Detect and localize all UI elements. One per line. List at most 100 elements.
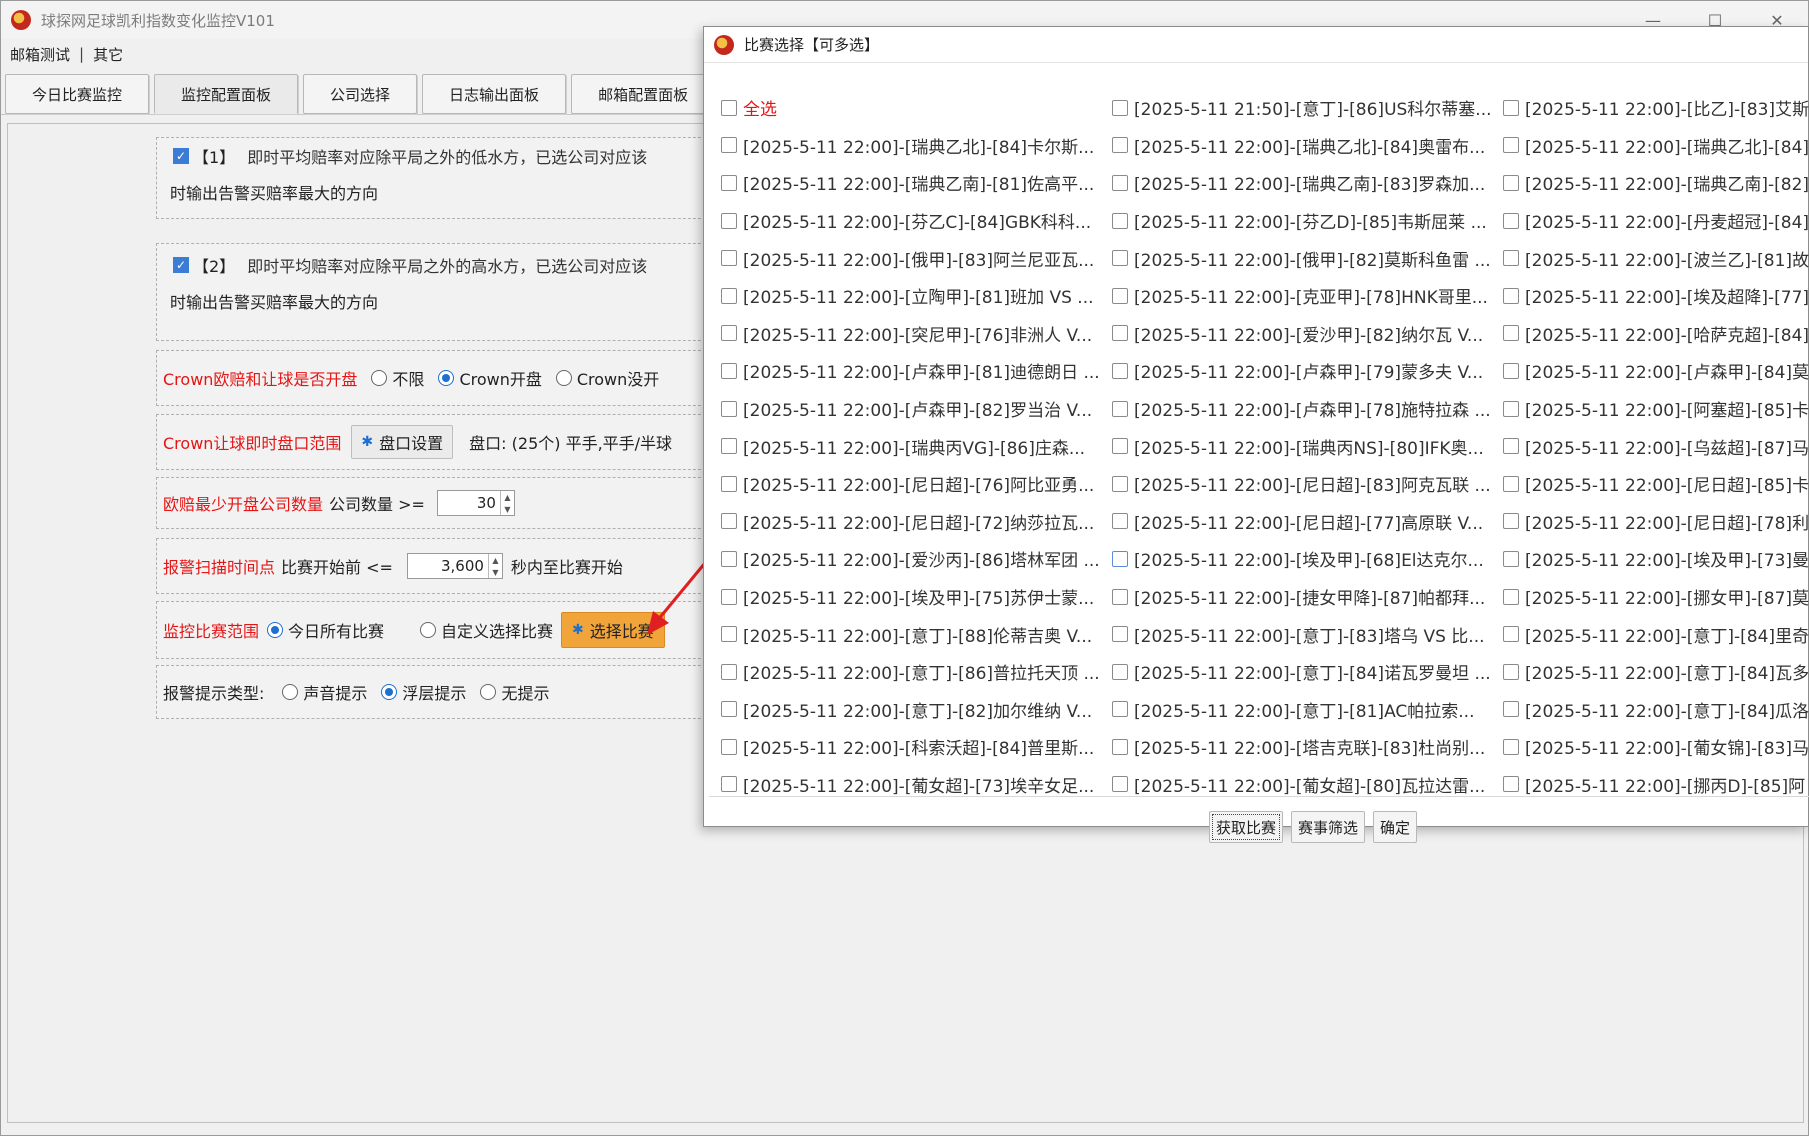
match-row[interactable]: [2025-5-11 22:00]-[瑞典乙南]-[83]罗森加... xyxy=(1100,164,1492,202)
match-row[interactable]: [2025-5-11 22:00]-[葡女超]-[80]瓦拉达雷... xyxy=(1100,766,1492,796)
match-checkbox[interactable] xyxy=(1112,550,1128,567)
match-checkbox[interactable] xyxy=(1112,626,1128,643)
menu-email-test[interactable]: 邮箱测试 xyxy=(7,44,73,65)
match-row[interactable]: [2025-5-11 22:00]-[卢森甲]-[78]施特拉森 ... xyxy=(1100,390,1492,428)
match-checkbox[interactable] xyxy=(1503,250,1519,267)
match-row[interactable]: [2025-5-11 22:00]-[意丁]-[86]普拉托天顶 ... xyxy=(709,653,1101,691)
match-row[interactable]: [2025-5-11 22:00]-[意丁]-[84]诺瓦罗曼坦 ... xyxy=(1100,653,1492,691)
match-checkbox[interactable] xyxy=(721,250,737,267)
scope-radio-custom[interactable] xyxy=(420,622,437,638)
match-row[interactable]: [2025-5-11 22:00]-[俄甲]-[83]阿兰尼亚瓦... xyxy=(709,239,1101,277)
match-row[interactable]: [2025-5-11 22:00]-[瑞典乙南]-[82] xyxy=(1491,164,1809,202)
match-row[interactable]: [2025-5-11 22:00]-[尼日超]-[78]利 xyxy=(1491,503,1809,541)
min-company-spinner[interactable]: 30 ▲ ▼ xyxy=(436,490,515,516)
tab-email-config[interactable]: 邮箱配置面板 xyxy=(571,74,716,114)
match-row[interactable]: [2025-5-11 22:00]-[意丁]-[84]瓦多 xyxy=(1491,653,1809,691)
match-row[interactable]: [2025-5-11 22:00]-[波兰乙]-[81]故 xyxy=(1491,239,1809,277)
match-checkbox[interactable] xyxy=(1503,550,1519,567)
match-checkbox[interactable] xyxy=(1503,362,1519,379)
match-checkbox[interactable] xyxy=(721,287,737,304)
match-checkbox[interactable] xyxy=(721,325,737,342)
match-row[interactable]: [2025-5-11 21:50]-[意丁]-[86]US科尔蒂塞... xyxy=(1100,89,1492,127)
match-row[interactable]: [2025-5-11 22:00]-[埃及甲]-[75]苏伊士蒙... xyxy=(709,578,1101,616)
match-checkbox[interactable] xyxy=(1503,513,1519,530)
match-checkbox[interactable] xyxy=(1112,325,1128,342)
match-row[interactable]: [2025-5-11 22:00]-[卢森甲]-[79]蒙多夫 V... xyxy=(1100,352,1492,390)
spin-up-icon[interactable]: ▲ xyxy=(501,491,514,503)
match-row[interactable]: [2025-5-11 22:00]-[克亚甲]-[78]HNK哥里... xyxy=(1100,277,1492,315)
match-row[interactable]: [2025-5-11 22:00]-[科索沃超]-[84]普里斯... xyxy=(709,728,1101,766)
crown-open-radio-closed[interactable] xyxy=(555,370,572,386)
match-checkbox[interactable] xyxy=(1503,325,1519,342)
match-checkbox[interactable] xyxy=(721,438,737,455)
match-row[interactable]: [2025-5-11 22:00]-[意丁]-[81]AC帕拉索... xyxy=(1100,691,1492,729)
match-row[interactable]: [2025-5-11 22:00]-[阿塞超]-[85]卡 xyxy=(1491,390,1809,428)
scope-radio-all[interactable] xyxy=(267,622,284,638)
match-checkbox[interactable] xyxy=(1503,776,1519,793)
match-checkbox[interactable] xyxy=(1503,287,1519,304)
match-checkbox[interactable] xyxy=(721,588,737,605)
match-checkbox[interactable] xyxy=(721,212,737,229)
match-checkbox[interactable] xyxy=(1112,99,1128,116)
match-checkbox[interactable] xyxy=(1503,400,1519,417)
fetch-matches-button[interactable]: 获取比赛 xyxy=(1209,811,1284,843)
match-row[interactable]: [2025-5-11 22:00]-[俄甲]-[82]莫斯科鱼雷 ... xyxy=(1100,239,1492,277)
match-row[interactable]: [2025-5-11 22:00]-[埃及超降]-[77] xyxy=(1491,277,1809,315)
match-checkbox[interactable] xyxy=(1112,362,1128,379)
match-checkbox[interactable] xyxy=(1503,663,1519,680)
rule-2-checkbox[interactable]: ✓ xyxy=(173,257,189,273)
match-row[interactable]: [2025-5-11 22:00]-[芬乙D]-[85]韦斯屈莱 ... xyxy=(1100,202,1492,240)
match-checkbox[interactable] xyxy=(721,137,737,154)
match-checkbox[interactable] xyxy=(1112,174,1128,191)
match-row[interactable]: [2025-5-11 22:00]-[卢森甲]-[84]莫 xyxy=(1491,352,1809,390)
spin-down-icon[interactable]: ▼ xyxy=(489,566,502,578)
match-checkbox[interactable] xyxy=(721,701,737,718)
match-checkbox[interactable] xyxy=(721,475,737,492)
match-checkbox[interactable] xyxy=(721,626,737,643)
match-row[interactable]: [2025-5-11 22:00]-[意丁]-[84]里奇 xyxy=(1491,615,1809,653)
match-row[interactable]: [2025-5-11 22:00]-[瑞典丙NS]-[80]IFK奥... xyxy=(1100,427,1492,465)
match-row[interactable]: [2025-5-11 22:00]-[乌兹超]-[87]马 xyxy=(1491,427,1809,465)
spin-down-icon[interactable]: ▼ xyxy=(501,503,514,515)
match-row[interactable]: [2025-5-11 22:00]-[葡女超]-[73]埃辛女足... xyxy=(709,766,1101,796)
match-checkbox[interactable] xyxy=(1112,513,1128,530)
crown-open-radio-open[interactable] xyxy=(438,370,455,386)
tab-log-output[interactable]: 日志输出面板 xyxy=(422,74,567,114)
match-checkbox[interactable] xyxy=(1112,400,1128,417)
match-row[interactable]: [2025-5-11 22:00]-[意丁]-[88]伦蒂吉奥 V... xyxy=(709,615,1101,653)
menu-other[interactable]: 其它 xyxy=(90,44,126,65)
match-row[interactable]: [2025-5-11 22:00]-[尼日超]-[72]纳莎拉瓦... xyxy=(709,503,1101,541)
crown-open-radio-any[interactable] xyxy=(371,370,388,386)
match-checkbox[interactable] xyxy=(1503,212,1519,229)
match-row[interactable]: [2025-5-11 22:00]-[突尼甲]-[76]非洲人 V... xyxy=(709,315,1101,353)
match-checkbox[interactable] xyxy=(721,400,737,417)
match-checkbox[interactable] xyxy=(721,550,737,567)
match-row[interactable]: [2025-5-11 22:00]-[葡女锦]-[83]马 xyxy=(1491,728,1809,766)
match-row[interactable]: [2025-5-11 22:00]-[瑞典乙北]-[84] xyxy=(1491,127,1809,165)
alert-radio-popup[interactable] xyxy=(381,684,398,700)
match-row[interactable]: [2025-5-11 22:00]-[埃及甲]-[73]曼 xyxy=(1491,540,1809,578)
tab-monitor-config[interactable]: 监控配置面板 xyxy=(154,74,299,114)
match-checkbox[interactable] xyxy=(1112,250,1128,267)
match-checkbox[interactable] xyxy=(1503,137,1519,154)
match-row[interactable]: [2025-5-11 22:00]-[埃及甲]-[68]El达克尔... xyxy=(1100,540,1492,578)
match-checkbox[interactable] xyxy=(1503,588,1519,605)
match-row[interactable]: [2025-5-11 22:00]-[立陶甲]-[81]班加 VS ... xyxy=(709,277,1101,315)
alert-radio-none[interactable] xyxy=(480,684,497,700)
match-row[interactable]: [2025-5-11 22:00]-[芬乙C]-[84]GBK科科... xyxy=(709,202,1101,240)
confirm-button[interactable]: 确定 xyxy=(1373,811,1418,843)
match-checkbox[interactable] xyxy=(1503,475,1519,492)
select-all-row[interactable]: 全选 xyxy=(709,89,1101,127)
tab-company-select[interactable]: 公司选择 xyxy=(303,74,418,114)
filter-matches-button[interactable]: 赛事筛选 xyxy=(1291,811,1366,843)
alert-radio-sound[interactable] xyxy=(282,684,299,700)
match-checkbox[interactable] xyxy=(1503,174,1519,191)
match-row[interactable]: [2025-5-11 22:00]-[比乙]-[83]艾斯 xyxy=(1491,89,1809,127)
match-checkbox[interactable] xyxy=(1112,137,1128,154)
match-checkbox[interactable] xyxy=(1112,212,1128,229)
match-checkbox[interactable] xyxy=(1503,438,1519,455)
match-row[interactable]: [2025-5-11 22:00]-[丹麦超冠]-[84] xyxy=(1491,202,1809,240)
match-row[interactable]: [2025-5-11 22:00]-[瑞典乙北]-[84]卡尔斯... xyxy=(709,127,1101,165)
match-row[interactable]: [2025-5-11 22:00]-[卢森甲]-[81]迪德朗日 ... xyxy=(709,352,1101,390)
match-row[interactable]: [2025-5-11 22:00]-[瑞典丙VG]-[86]庄森... xyxy=(709,427,1101,465)
